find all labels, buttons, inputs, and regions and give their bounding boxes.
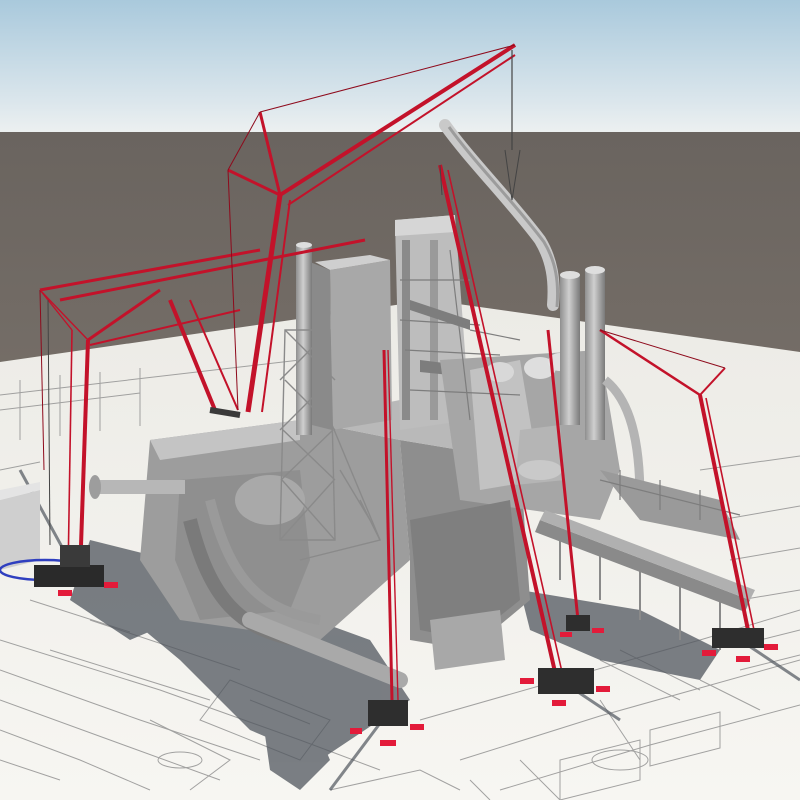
sky xyxy=(0,0,800,135)
3d-crane-planning-scene xyxy=(0,0,800,800)
scene-render xyxy=(0,0,800,800)
